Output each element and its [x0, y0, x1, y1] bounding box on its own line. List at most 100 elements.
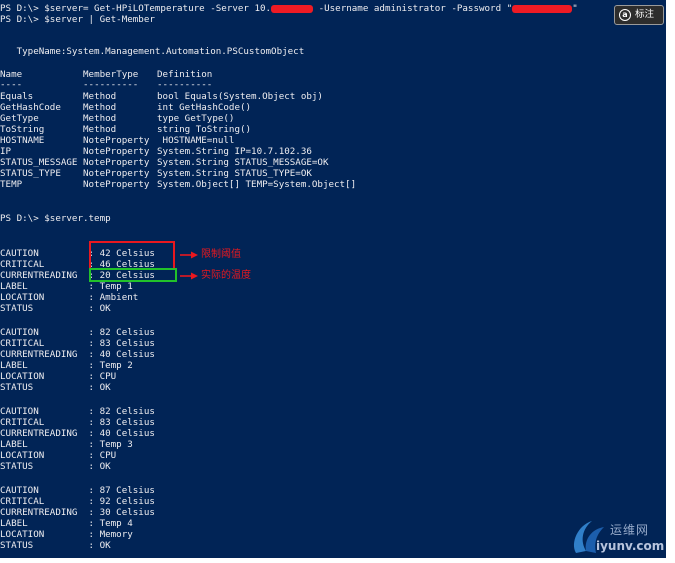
- member-row: HOSTNAME NoteProperty HOSTNAME=null: [0, 135, 666, 146]
- field-label: CRITICAL :: [0, 338, 100, 349]
- field-label: LABEL :: [0, 281, 100, 292]
- field-value: Temp 2: [99, 360, 133, 371]
- sensor-critical-row: CRITICAL : 83 Celsius: [0, 417, 155, 428]
- field-value: 92 Celsius: [99, 496, 155, 507]
- field-value: Temp 3: [99, 439, 133, 450]
- sensor-location-row: LOCATION : CPU: [0, 371, 116, 382]
- sensor-location-row: LOCATION : Memory: [0, 529, 133, 540]
- member-name: TEMP: [0, 179, 23, 190]
- member-name: GetHashCode: [0, 102, 61, 113]
- member-definition: type GetType(): [157, 113, 235, 124]
- field-label: LOCATION :: [0, 450, 100, 461]
- field-label: CURRENTREADING :: [0, 507, 100, 518]
- field-label: STATUS :: [0, 382, 100, 393]
- field-label: LABEL :: [0, 360, 100, 371]
- sensor-label-row: LABEL : Temp 3: [0, 439, 133, 450]
- field-label: CRITICAL :: [0, 259, 100, 270]
- field-value: 83 Celsius: [99, 338, 155, 349]
- field-value: OK: [99, 540, 111, 551]
- field-value: 40 Celsius: [99, 349, 155, 360]
- field-label: STATUS :: [0, 540, 100, 551]
- field-value: 83 Celsius: [99, 417, 155, 428]
- site-watermark: 运维网 iyunv.com: [566, 515, 666, 558]
- field-value: Ambient: [99, 292, 139, 303]
- field-label: LABEL :: [0, 518, 100, 529]
- underline-definition: ----------: [157, 79, 213, 90]
- field-label: STATUS :: [0, 461, 100, 472]
- field-label: LABEL :: [0, 439, 100, 450]
- member-definition: System.String STATUS_MESSAGE=OK: [157, 157, 329, 168]
- sensor-caution-row: CAUTION : 82 Celsius: [0, 327, 155, 338]
- member-name: STATUS_TYPE: [0, 168, 61, 179]
- actual-temp-annotation: 实际的温度: [201, 270, 251, 281]
- member-row: STATUS_MESSAGE NoteProperty System.Strin…: [0, 157, 666, 168]
- field-label: CURRENTREADING :: [0, 349, 100, 360]
- type-name-line: TypeName:System.Management.Automation.PS…: [0, 46, 305, 57]
- field-label: LOCATION :: [0, 371, 100, 382]
- underline-name: ----: [0, 79, 23, 90]
- field-label: CRITICAL :: [0, 496, 100, 507]
- field-label: CAUTION :: [0, 248, 100, 259]
- sensor-status-row: STATUS : OK: [0, 303, 111, 314]
- sensor-location-row: LOCATION : Ambient: [0, 292, 138, 303]
- powershell-console[interactable]: PS D:\> $server= Get-HPiLOTemperature -S…: [0, 0, 666, 558]
- field-value: Memory: [99, 529, 133, 540]
- sensor-current-row: CURRENTREADING : 40 Celsius: [0, 428, 155, 439]
- sensor-label-row: LABEL : Temp 1: [0, 281, 133, 292]
- redacted-password: [512, 4, 573, 13]
- field-value: 82 Celsius: [99, 406, 155, 417]
- member-name: ToString: [0, 124, 45, 135]
- field-value: 40 Celsius: [99, 428, 155, 439]
- field-value: Temp 1: [99, 281, 133, 292]
- field-label: STATUS :: [0, 303, 100, 314]
- sensor-location-row: LOCATION : CPU: [0, 450, 116, 461]
- member-definition: int GetHashCode(): [157, 102, 252, 113]
- field-label: CAUTION :: [0, 406, 100, 417]
- member-type: NoteProperty: [83, 135, 150, 146]
- sensor-current-row: CURRENTREADING : 30 Celsius: [0, 507, 155, 518]
- field-label: LOCATION :: [0, 292, 100, 303]
- command1-prefix: PS D:\> $server= Get-HPiLOTemperature -S…: [0, 3, 272, 14]
- member-definition: HOSTNAME=null: [157, 135, 235, 146]
- field-value: CPU: [99, 450, 117, 461]
- underline-member-type: ----------: [83, 79, 139, 90]
- annotate-button-label: 标注: [635, 9, 655, 20]
- field-value: CPU: [99, 371, 117, 382]
- annotate-button[interactable]: a 标注: [614, 5, 664, 25]
- members-underline-row: ---- ---------- ----------: [0, 79, 666, 90]
- threshold-arrow-icon: [180, 251, 198, 259]
- sensor-critical-row: CRITICAL : 83 Celsius: [0, 338, 155, 349]
- member-name: STATUS_MESSAGE: [0, 157, 78, 168]
- field-label: CURRENTREADING :: [0, 428, 100, 439]
- member-type: Method: [83, 124, 117, 135]
- member-definition: System.Object[] TEMP=System.Object[]: [157, 179, 357, 190]
- field-label: CRITICAL :: [0, 417, 100, 428]
- sensor-critical-row: CRITICAL : 92 Celsius: [0, 496, 155, 507]
- sensor-label-row: LABEL : Temp 2: [0, 360, 133, 371]
- bottom-margin: [0, 558, 675, 563]
- command-line-1: PS D:\> $server= Get-HPiLOTemperature -S…: [0, 3, 578, 14]
- member-name: Equals: [0, 91, 34, 102]
- field-label: CAUTION :: [0, 485, 100, 496]
- member-row: GetHashCode Method int GetHashCode(): [0, 102, 666, 113]
- member-type: NoteProperty: [83, 157, 150, 168]
- member-type: Method: [83, 91, 117, 102]
- member-name: HOSTNAME: [0, 135, 45, 146]
- redacted-server-address: [271, 4, 314, 13]
- field-value: OK: [99, 303, 111, 314]
- annotate-icon: a: [619, 9, 631, 21]
- member-definition: bool Equals(System.Object obj): [157, 91, 323, 102]
- sensor-caution-row: CAUTION : 82 Celsius: [0, 406, 155, 417]
- sensor-status-row: STATUS : OK: [0, 461, 111, 472]
- sensor-status-row: STATUS : OK: [0, 382, 111, 393]
- watermark-domain: iyunv.com: [596, 539, 665, 553]
- threshold-annotation: 限制阈值: [201, 249, 241, 260]
- member-type: NoteProperty: [83, 179, 150, 190]
- field-value: OK: [99, 382, 111, 393]
- command-line-2: PS D:\> $server | Get-Member: [0, 14, 155, 25]
- sensor-current-row: CURRENTREADING : 40 Celsius: [0, 349, 155, 360]
- member-type: Method: [83, 113, 117, 124]
- sensor-caution-row: CAUTION : 87 Celsius: [0, 485, 155, 496]
- member-definition: string ToString(): [157, 124, 252, 135]
- sensor-label-row: LABEL : Temp 4: [0, 518, 133, 529]
